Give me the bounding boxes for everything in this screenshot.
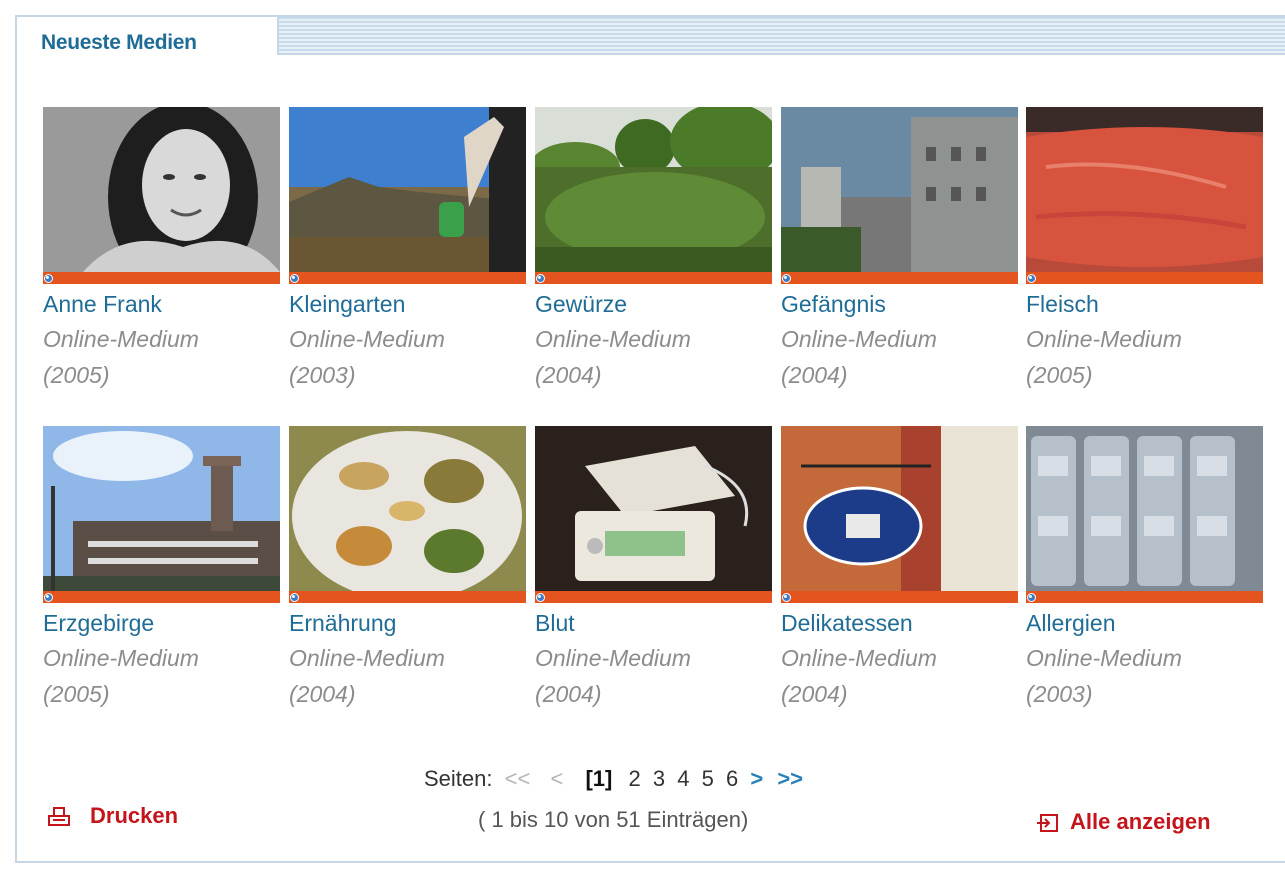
media-year: (2005)	[43, 362, 110, 388]
online-media-icon	[782, 593, 791, 602]
online-media-icon	[44, 274, 53, 283]
media-type-bar	[43, 591, 280, 603]
page-link-3[interactable]: 3	[653, 766, 665, 791]
page-link-2[interactable]: 2	[628, 766, 640, 791]
media-year: (2004)	[535, 681, 602, 707]
media-type: Online-Medium	[1026, 326, 1182, 352]
panel-tab: Neueste Medien	[17, 17, 279, 55]
print-label: Drucken	[90, 803, 179, 828]
media-year: (2004)	[289, 681, 356, 707]
printer-icon	[48, 807, 70, 827]
media-year: (2004)	[781, 362, 848, 388]
open-list-icon	[1037, 814, 1058, 833]
panel-title: Neueste Medien	[41, 31, 197, 54]
media-thumbnail[interactable]	[289, 107, 526, 272]
media-type: Online-Medium	[43, 326, 199, 352]
show-all-button[interactable]: Alle anzeigen	[1036, 809, 1211, 835]
prev-page-link: <	[550, 766, 564, 791]
media-thumbnail[interactable]	[535, 426, 772, 591]
media-thumbnail[interactable]	[289, 426, 526, 591]
current-page: [1]	[585, 766, 613, 791]
media-thumbnail[interactable]	[535, 107, 772, 272]
media-year: (2003)	[1026, 681, 1093, 707]
first-page-link: <<	[504, 766, 531, 791]
media-title[interactable]: Gewürze	[535, 291, 627, 318]
online-media-icon	[44, 593, 53, 602]
page-link-4[interactable]: 4	[677, 766, 689, 791]
media-title[interactable]: Fleisch	[1026, 291, 1099, 318]
online-media-icon	[536, 274, 545, 283]
media-title[interactable]: Blut	[535, 610, 575, 637]
page-link-5[interactable]: 5	[702, 766, 714, 791]
media-thumbnail[interactable]	[43, 426, 280, 591]
online-media-icon	[290, 274, 299, 283]
media-title[interactable]: Gefängnis	[781, 291, 886, 318]
last-page-link[interactable]: >>	[777, 766, 803, 791]
show-all-label: Alle anzeigen	[1070, 809, 1211, 834]
page-link-6[interactable]: 6	[726, 766, 738, 791]
media-type-bar	[781, 591, 1018, 603]
online-media-icon	[290, 593, 299, 602]
media-type: Online-Medium	[289, 326, 445, 352]
tab-stripe-decoration	[279, 17, 1285, 55]
media-year: (2005)	[43, 681, 110, 707]
media-year: (2005)	[1026, 362, 1093, 388]
pagination: Seiten: << < [1] 2 3 4 5 6 > >>	[424, 766, 811, 792]
media-type-bar	[1026, 272, 1263, 284]
online-media-icon	[1027, 274, 1036, 283]
online-media-icon	[1027, 593, 1036, 602]
media-title[interactable]: Allergien	[1026, 610, 1116, 637]
panel-tab-bar: Neueste Medien	[17, 17, 1285, 55]
media-thumbnail[interactable]	[1026, 426, 1263, 591]
media-type: Online-Medium	[781, 645, 937, 671]
next-page-link[interactable]: >	[750, 766, 763, 791]
media-year: (2004)	[535, 362, 602, 388]
media-type-bar	[289, 591, 526, 603]
media-type: Online-Medium	[1026, 645, 1182, 671]
media-type-bar	[1026, 591, 1263, 603]
media-type: Online-Medium	[535, 326, 691, 352]
media-thumbnail[interactable]	[781, 107, 1018, 272]
media-thumbnail[interactable]	[1026, 107, 1263, 272]
online-media-icon	[536, 593, 545, 602]
print-button[interactable]: Drucken	[48, 803, 178, 829]
media-thumbnail[interactable]	[781, 426, 1018, 591]
media-thumbnail[interactable]	[43, 107, 280, 272]
media-title[interactable]: Ernährung	[289, 610, 396, 637]
online-media-icon	[782, 274, 791, 283]
media-type: Online-Medium	[43, 645, 199, 671]
media-title[interactable]: Anne Frank	[43, 291, 162, 318]
media-type-bar	[535, 272, 772, 284]
media-type-bar	[289, 272, 526, 284]
pagination-summary: ( 1 bis 10 von 51 Einträgen)	[478, 807, 749, 832]
media-title[interactable]: Erzgebirge	[43, 610, 154, 637]
media-title[interactable]: Delikatessen	[781, 610, 913, 637]
pagination-label: Seiten:	[424, 766, 493, 791]
media-type-bar	[781, 272, 1018, 284]
media-type: Online-Medium	[289, 645, 445, 671]
media-type: Online-Medium	[535, 645, 691, 671]
media-year: (2003)	[289, 362, 356, 388]
media-title[interactable]: Kleingarten	[289, 291, 405, 318]
media-type-bar	[43, 272, 280, 284]
media-type-bar	[535, 591, 772, 603]
media-type: Online-Medium	[781, 326, 937, 352]
media-year: (2004)	[781, 681, 848, 707]
